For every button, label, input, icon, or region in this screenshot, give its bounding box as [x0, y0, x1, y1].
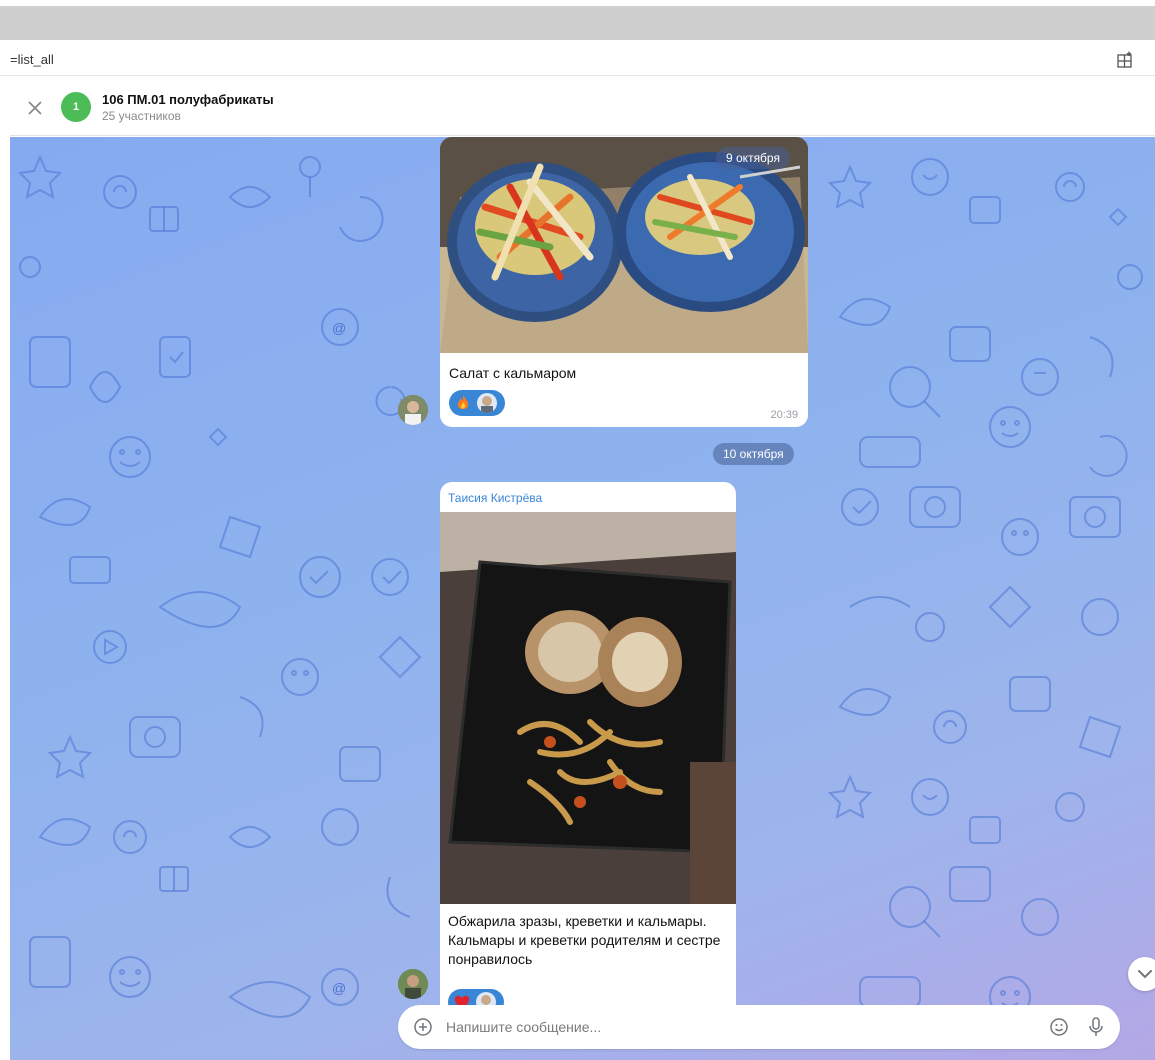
address-bar[interactable]: =list_all	[0, 44, 1155, 76]
sender-avatar-image	[398, 969, 428, 999]
message-photo-food[interactable]	[440, 512, 736, 904]
salad-photo-image	[440, 137, 808, 353]
sender-avatar-image	[398, 395, 428, 425]
emoji-icon[interactable]	[1049, 1017, 1069, 1037]
message-composer[interactable]: Напишите сообщение...	[398, 1005, 1120, 1049]
message-sender-name[interactable]: Таисия Кистрёва	[448, 491, 542, 505]
fire-icon[interactable]	[454, 394, 472, 412]
svg-text:@: @	[332, 320, 346, 336]
message-bubble[interactable]: Таисия Кистрёва Обжарила зразы, креветки…	[440, 482, 736, 1022]
mic-icon[interactable]	[1086, 1016, 1106, 1038]
browser-tab-strip	[0, 0, 1155, 44]
attach-icon[interactable]	[413, 1017, 433, 1037]
message-photo-salad[interactable]	[440, 137, 808, 353]
reaction-avatar[interactable]	[477, 393, 497, 413]
url-text[interactable]: =list_all	[10, 52, 54, 67]
sender-avatar[interactable]	[398, 969, 428, 999]
chevron-down-icon	[1138, 970, 1152, 979]
message-time: 20:39	[770, 409, 798, 421]
message-caption: Салат с кальмаром	[449, 365, 577, 381]
svg-text:@: @	[332, 980, 346, 996]
chat-header: 1 106 ПМ.01 полуфабрикаты 25 участников	[10, 80, 1155, 136]
close-icon[interactable]	[24, 97, 46, 119]
chat-title[interactable]: 106 ПМ.01 полуфабрикаты	[102, 92, 274, 107]
reaction-avatar-image	[481, 396, 493, 413]
extension-icon[interactable]	[1116, 51, 1134, 69]
message-input[interactable]: Напишите сообщение...	[446, 1019, 601, 1035]
message-caption: Обжарила зразы, креветки и кальмары. Кал…	[448, 913, 721, 967]
chat-member-count: 25 участников	[102, 109, 181, 123]
food-photo-image	[440, 512, 736, 904]
message-bubble[interactable]: Салат с кальмаром 20:39	[440, 137, 808, 427]
scroll-to-bottom-button[interactable]	[1128, 957, 1155, 991]
chat-avatar[interactable]: 1	[61, 92, 91, 122]
date-separator: 9 октября	[716, 147, 790, 169]
date-separator: 10 октября	[713, 443, 794, 465]
chat-messages-area[interactable]: @ @ Салат с кальмаром 20:39 9 октября 10…	[10, 137, 1155, 1060]
tab-strip-background	[0, 6, 1155, 40]
sender-avatar[interactable]	[398, 395, 428, 425]
reactions-bar[interactable]	[449, 390, 505, 416]
